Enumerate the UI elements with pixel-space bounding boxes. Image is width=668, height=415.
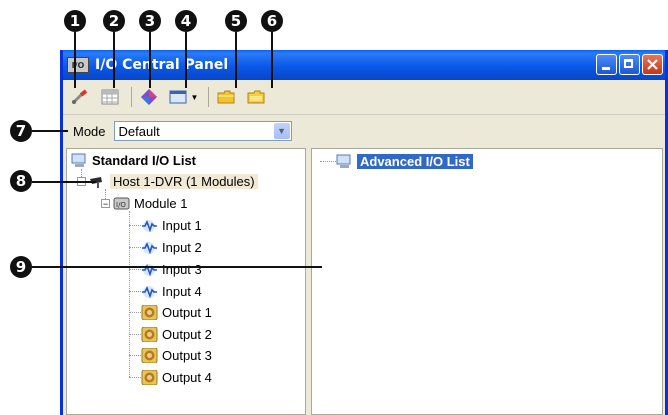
tool-button-2[interactable] [97,85,123,109]
callout-4: 4 [175,10,197,32]
callout-2: 2 [103,10,125,32]
callout-7: 7 [10,120,32,142]
signal-wave-icon [141,240,158,255]
speaker-icon [141,326,158,342]
tree-connector [129,312,141,313]
tree-connector [129,291,141,292]
tree-node-input-label: Input 1 [162,217,202,233]
tree-node-output-label: Output 4 [162,369,212,385]
wrench-icon [71,89,88,105]
tree-node-output[interactable]: Output 1 [141,302,212,322]
signal-wave-icon [141,284,158,299]
tree-node-output[interactable]: Output 3 [141,345,212,365]
callout-8: 8 [10,170,32,192]
toolbar-separator [208,87,209,107]
tree-node-output-label: Output 2 [162,326,212,342]
speaker-icon [141,304,158,320]
advanced-io-tree[interactable]: Advanced I/O List [311,148,663,415]
computer-icon [71,153,88,168]
callout-9: 9 [10,256,32,278]
folder-icon [217,90,235,104]
tree-node-input-label: Input 4 [162,283,202,299]
tree-node-module-label: Module 1 [134,195,188,211]
leader-line-1 [74,32,76,88]
tree-node-input[interactable]: Input 4 [141,281,202,301]
diamond-icon [141,89,157,105]
maximize-button[interactable] [619,54,640,75]
tree-connector [320,161,336,162]
tree-connector [129,247,141,248]
tree-node-input-label: Input 3 [162,261,202,277]
signal-wave-icon [141,262,158,277]
computer-icon [336,154,353,169]
tree-node-output[interactable]: Output 4 [141,367,212,387]
tree-node-host[interactable]: − Host 1-DVR (1 Modules) [77,171,258,191]
speaker-icon [141,347,158,363]
chevron-down-icon[interactable]: ▼ [273,123,290,139]
tree-root-label: Standard I/O List [92,152,197,168]
leader-line-9 [32,266,322,268]
minimize-button[interactable] [596,54,617,75]
tree-node-output[interactable]: Output 2 [141,324,212,344]
svg-text:I/O: I/O [116,201,126,209]
advanced-io-label: Advanced I/O List [357,153,473,169]
signal-wave-icon [141,218,158,233]
grid-icon [101,89,119,105]
mode-bar: Mode Default ▼ [63,118,665,144]
io-module-icon: I/O [113,196,130,211]
collapse-toggle[interactable]: − [101,198,110,208]
tool-button-4[interactable]: ▼ [166,85,200,109]
tree-root-standard-io[interactable]: Standard I/O List [71,150,196,170]
maximize-icon [624,59,633,68]
leader-line-5 [235,32,237,88]
module-icon [169,90,187,104]
tool-button-6[interactable] [243,85,269,109]
mode-value: Default [118,123,160,139]
leader-line-8 [32,181,96,183]
tree-root-advanced-io[interactable]: Advanced I/O List [336,151,473,171]
close-icon [647,59,658,70]
leader-line-3 [149,32,151,88]
io-central-panel-window: I/O I/O Central Panel ▼ Mode Default ▼ S… [60,50,668,415]
standard-io-tree[interactable]: Standard I/O List − Host 1-DVR (1 Module… [66,148,306,415]
tree-node-output-label: Output 1 [162,304,212,320]
toolbar-separator [131,87,132,107]
title-bar[interactable]: I/O I/O Central Panel [63,50,665,80]
tree-connector [129,211,130,377]
tree-node-module[interactable]: − I/O Module 1 [101,193,187,213]
tool-button-1[interactable] [67,85,93,109]
tree-connector [129,377,141,378]
folder-icon [247,90,265,104]
close-button[interactable] [642,54,663,75]
tool-button-3[interactable] [136,85,162,109]
mode-select[interactable]: Default ▼ [113,121,292,141]
speaker-icon [141,369,158,385]
mode-label: Mode [73,123,106,139]
callout-5: 5 [225,10,247,32]
leader-line-4 [185,32,187,88]
tree-node-input[interactable]: Input 3 [141,259,202,279]
callout-3: 3 [139,10,161,32]
minimize-icon [602,67,610,70]
leader-line-7 [32,130,68,132]
tree-connector [129,334,141,335]
tree-node-input-label: Input 2 [162,239,202,255]
callout-1: 1 [64,10,86,32]
tree-connector [129,355,141,356]
io-app-icon: I/O [67,57,89,73]
tree-node-host-label: Host 1-DVR (1 Modules) [110,173,258,189]
tree-connector [129,225,141,226]
dropdown-arrow-icon: ▼ [190,92,199,102]
tree-node-input[interactable]: Input 2 [141,237,202,257]
tool-button-5[interactable] [213,85,239,109]
leader-line-2 [113,32,115,88]
tree-connector [129,269,141,270]
tree-node-output-label: Output 3 [162,347,212,363]
callout-6: 6 [261,10,283,32]
leader-line-6 [271,32,273,88]
toolbar: ▼ [63,80,665,115]
tree-node-input[interactable]: Input 1 [141,215,202,235]
